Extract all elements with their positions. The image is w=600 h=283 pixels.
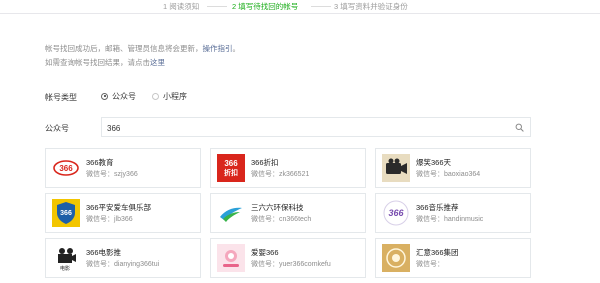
wechat-id: 微信号：zk366521 [251,170,310,178]
account-name: 366电影推 [86,247,122,257]
account-name: 爆笑366天 [416,157,452,167]
logo-camera-icon [382,154,410,182]
step-1: 1 阅读须知 [163,2,200,11]
wechat-id: 微信号： [416,260,444,268]
result-card[interactable]: 电影 366电影推 微信号：dianying366tui [45,238,201,278]
account-name: 366音乐推荐 [416,202,459,212]
wechat-id: 微信号：dianying366tui [86,260,160,268]
wechat-id: 微信号：cn366tech [251,215,312,223]
svg-text:366: 366 [388,208,404,218]
header-divider [0,13,600,14]
result-card[interactable]: 366 366教育 微信号：szjy366 [45,148,201,188]
account-name: 366教育 [86,157,114,167]
account-name: 366折扣 [251,157,279,167]
result-card[interactable]: 爱婴366 微信号：yuer366comkefu [210,238,366,278]
logo-baby-icon [217,244,245,272]
svg-text:366: 366 [60,210,72,217]
account-type-label: 帐号类型 [45,93,77,102]
wechat-id: 微信号：baoxiao364 [416,170,481,178]
result-card[interactable]: 366 366音乐推荐 微信号：handinmusic [375,193,531,233]
notice-line-2: 如需查询帐号找回结果，请点击这里 [45,58,165,67]
radio-mini-program[interactable]: 小程序 [152,91,187,102]
logo-366-discount-icon: 366 折扣 [217,154,245,182]
wechat-id: 微信号：handinmusic [416,215,484,223]
query-result-link[interactable]: 这里 [150,58,165,67]
result-card[interactable]: 366 366平安爱车俱乐部 微信号：jlb366 [45,193,201,233]
logo-366-education-icon: 366 [52,154,80,182]
step-indicator: 1 阅读须知 2 填写待找回的帐号 3 填写资料并验证身份 [0,0,600,13]
notice-text: 帐号找回成功后，邮箱、管理员信息将会更新，操作指引。 如需查询帐号找回结果，请点… [45,42,240,70]
result-card[interactable]: 汇意366集团 微信号： [375,238,531,278]
notice-line-1: 帐号找回成功后，邮箱、管理员信息将会更新，操作指引。 [45,44,240,53]
result-card[interactable]: 366 折扣 366折扣 微信号：zk366521 [210,148,366,188]
logo-movie-icon: 电影 [52,244,80,272]
account-type-radio-group: 公众号 小程序 [101,89,203,103]
account-name: 汇意366集团 [416,247,459,257]
radio-checked-icon [101,92,108,100]
search-results: 366 366教育 微信号：szjy366 366 折扣 366折扣 微信号：z… [45,148,532,278]
step-separator [207,6,227,7]
logo-eco-tech-icon [217,199,245,227]
search-box [101,117,531,138]
account-name: 366平安爱车俱乐部 [86,202,152,212]
account-name: 三六六环保科技 [251,202,304,212]
logo-car-club-icon: 366 [52,199,80,227]
result-card[interactable]: 爆笑366天 微信号：baoxiao364 [375,148,531,188]
search-input[interactable] [102,119,502,138]
svg-text:电影: 电影 [60,265,70,272]
svg-text:366: 366 [59,164,73,173]
radio-unchecked-icon [152,92,159,100]
search-icon[interactable] [515,123,524,132]
wechat-id: 微信号：szjy366 [86,170,138,178]
wechat-id: 微信号：jlb366 [86,215,133,223]
step-3: 3 填写资料并验证身份 [334,2,408,11]
logo-366-music-icon: 366 [382,199,410,227]
step-2-active: 2 填写待找回的帐号 [232,2,299,11]
radio-official-account[interactable]: 公众号 [101,91,136,102]
search-label: 公众号 [45,124,69,133]
wechat-id: 微信号：yuer366comkefu [251,260,331,268]
result-card[interactable]: 三六六环保科技 微信号：cn366tech [210,193,366,233]
logo-group-icon [382,244,410,272]
step-separator [311,6,331,7]
operation-guide-link[interactable]: 操作指引 [203,44,233,53]
account-name: 爱婴366 [251,247,279,257]
